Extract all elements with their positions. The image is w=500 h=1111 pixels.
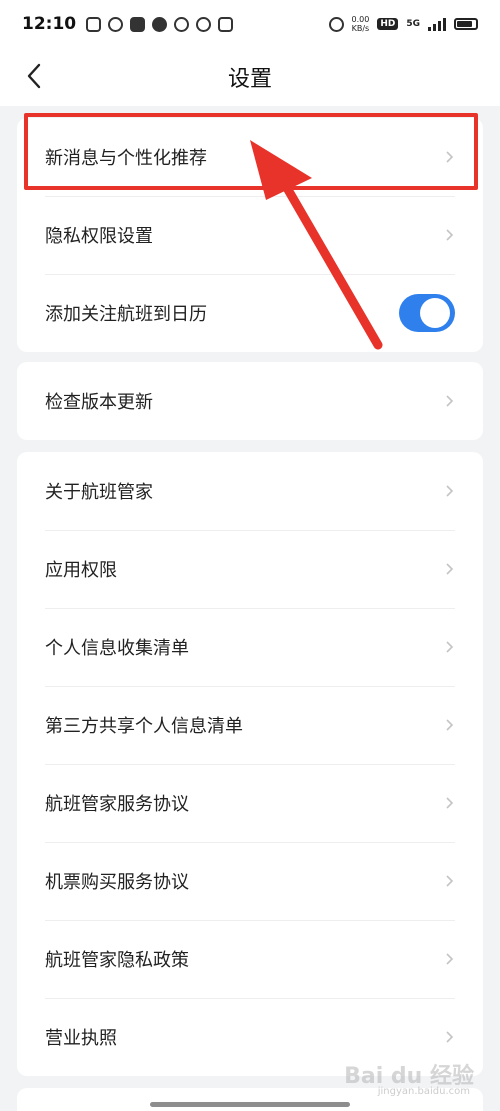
browser-notification-icon xyxy=(174,16,190,32)
settings-row-label: 个人信息收集清单 xyxy=(45,638,189,659)
notification-icons xyxy=(86,16,234,32)
chevron-right-icon xyxy=(446,641,454,653)
battery-icon xyxy=(454,18,478,30)
toggle-knob xyxy=(420,298,450,328)
status-bar: 12:10 0.00 KB/s HD 5G xyxy=(0,0,500,48)
nav-bar: 设置 xyxy=(0,48,500,106)
settings-row-label: 新消息与个性化推荐 xyxy=(45,148,207,169)
watermark-url: jingyan.baidu.com xyxy=(377,1086,470,1097)
chevron-right-icon xyxy=(446,1031,454,1043)
video-notification-icon xyxy=(130,16,146,32)
signal-icon xyxy=(428,17,446,31)
settings-row-label: 隐私权限设置 xyxy=(45,226,153,247)
status-time: 12:10 xyxy=(22,14,77,34)
chevron-right-icon xyxy=(446,875,454,887)
calendar-toggle[interactable] xyxy=(399,294,455,332)
settings-row-privacy[interactable]: 隐私权限设置 xyxy=(17,196,483,274)
settings-row-service-agreement[interactable]: 航班管家服务协议 xyxy=(17,764,483,842)
settings-row-about[interactable]: 关于航班管家 xyxy=(17,452,483,530)
hd-badge: HD xyxy=(377,18,399,30)
net-speed: 0.00 KB/s xyxy=(352,15,370,33)
chevron-right-icon xyxy=(446,953,454,965)
settings-row-app-permissions[interactable]: 应用权限 xyxy=(17,530,483,608)
settings-row-info-collection[interactable]: 个人信息收集清单 xyxy=(17,608,483,686)
settings-group-about: 关于航班管家 应用权限 个人信息收集清单 第三方共享个人信息清单 航班管家服务协… xyxy=(17,452,483,1076)
alarm-icon xyxy=(328,16,344,32)
chevron-right-icon xyxy=(446,485,454,497)
settings-row-label: 第三方共享个人信息清单 xyxy=(45,716,243,737)
chevron-right-icon xyxy=(446,229,454,241)
net-speed-unit: KB/s xyxy=(351,24,370,33)
settings-row-third-party-sharing[interactable]: 第三方共享个人信息清单 xyxy=(17,686,483,764)
settings-group-general: 新消息与个性化推荐 隐私权限设置 添加关注航班到日历 xyxy=(17,118,483,352)
settings-row-notifications[interactable]: 新消息与个性化推荐 xyxy=(17,118,483,196)
settings-row-label: 航班管家服务协议 xyxy=(45,794,189,815)
settings-row-calendar: 添加关注航班到日历 xyxy=(17,274,483,352)
net-speed-value: 0.00 xyxy=(351,15,370,24)
status-right: 0.00 KB/s HD 5G xyxy=(328,15,478,33)
settings-row-label: 航班管家隐私政策 xyxy=(45,950,189,971)
settings-row-label: 添加关注航班到日历 xyxy=(45,304,207,325)
app-notification-icon-2 xyxy=(218,16,234,32)
app-notification-icon xyxy=(86,16,102,32)
chevron-right-icon xyxy=(446,797,454,809)
chevron-right-icon xyxy=(446,719,454,731)
settings-row-label: 应用权限 xyxy=(45,560,117,581)
page-title: 设置 xyxy=(227,67,272,92)
settings-row-label: 关于航班管家 xyxy=(45,482,153,503)
settings-row-ticket-agreement[interactable]: 机票购买服务协议 xyxy=(17,842,483,920)
chevron-right-icon xyxy=(446,151,454,163)
settings-row-label: 机票购买服务协议 xyxy=(45,872,189,893)
chevron-left-icon xyxy=(27,63,41,89)
game-notification-icon xyxy=(108,16,124,32)
network-type: 5G xyxy=(406,18,420,29)
hotspot-icon xyxy=(196,16,212,32)
settings-row-label: 营业执照 xyxy=(45,1028,117,1049)
settings-row-privacy-policy[interactable]: 航班管家隐私政策 xyxy=(17,920,483,998)
chevron-right-icon xyxy=(446,563,454,575)
settings-row-check-update[interactable]: 检查版本更新 xyxy=(17,362,483,440)
settings-row-label: 检查版本更新 xyxy=(45,392,153,413)
chevron-right-icon xyxy=(446,395,454,407)
back-button[interactable] xyxy=(16,58,52,94)
message-notification-icon xyxy=(152,16,168,32)
home-indicator[interactable] xyxy=(150,1102,350,1107)
settings-group-update: 检查版本更新 xyxy=(17,362,483,440)
